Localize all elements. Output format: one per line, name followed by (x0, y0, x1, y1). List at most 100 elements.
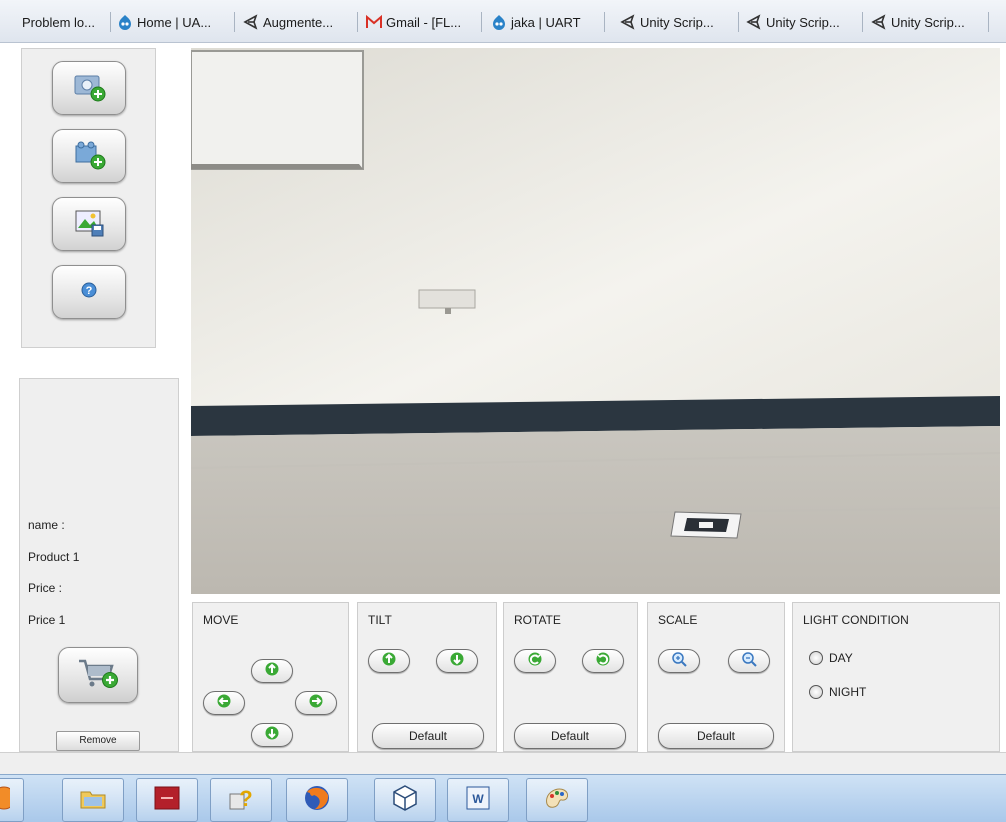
tab-separator (738, 12, 739, 32)
arrow-down-icon (265, 726, 279, 745)
document-icon (2, 14, 18, 30)
day-radio[interactable]: DAY (809, 651, 853, 665)
light-condition-title: LIGHT CONDITION (803, 613, 909, 627)
tab-unity-script-2[interactable]: Unity Scrip... (746, 8, 840, 36)
price-label: Price : (28, 581, 63, 595)
gmail-icon (366, 14, 382, 30)
taskbar: ? W (0, 774, 1006, 822)
name-label: name : (28, 518, 65, 532)
svg-text:W: W (472, 792, 484, 806)
tab-augmented[interactable]: Augmente... (243, 8, 333, 36)
unity-icon (746, 14, 762, 30)
help-question-icon: ? (226, 784, 256, 817)
tilt-title: TILT (368, 613, 392, 627)
radio-circle[interactable] (809, 651, 823, 665)
light-condition-panel: LIGHT CONDITION DAY NIGHT (792, 602, 1000, 752)
scale-panel: SCALE Default (647, 602, 785, 752)
radio-circle[interactable] (809, 685, 823, 699)
zoom-in-button[interactable] (658, 649, 700, 673)
move-right-button[interactable] (295, 691, 337, 715)
add-photo-icon (71, 70, 107, 107)
move-title: MOVE (203, 613, 239, 627)
taskbar-red-app[interactable] (136, 778, 198, 822)
move-down-button[interactable] (251, 723, 293, 747)
tab-label: jaka | UART (511, 14, 581, 30)
tab-label: Problem lo... (22, 14, 95, 30)
arrow-left-icon (217, 694, 231, 713)
tilt-panel: TILT Default (357, 602, 497, 752)
taskbar-help-app[interactable]: ? (210, 778, 272, 822)
tab-unity-script-1[interactable]: Unity Scrip... (620, 8, 714, 36)
tab-problem[interactable]: Problem lo... (2, 8, 95, 36)
night-radio[interactable]: NIGHT (809, 685, 866, 699)
paint-icon (542, 784, 572, 817)
save-image-button[interactable] (52, 197, 126, 251)
tab-separator (357, 12, 358, 32)
arrow-right-icon (309, 694, 323, 713)
tab-label: Unity Scrip... (766, 14, 840, 30)
start-orb-icon (0, 785, 16, 816)
taskbar-word[interactable]: W (447, 778, 509, 822)
tilt-default-button[interactable]: Default (372, 723, 484, 749)
tab-separator (481, 12, 482, 32)
rotate-ccw-icon (596, 652, 610, 671)
rotate-counterclockwise-button[interactable] (582, 649, 624, 673)
rotate-clockwise-button[interactable] (514, 649, 556, 673)
move-panel: MOVE (192, 602, 349, 752)
day-label: DAY (829, 651, 853, 665)
tilt-up-button[interactable] (368, 649, 410, 673)
add-to-cart-icon (76, 655, 120, 696)
add-photo-button[interactable] (52, 61, 126, 115)
app-red-icon (152, 784, 182, 817)
unity-icon (243, 14, 259, 30)
svg-text:?: ? (239, 786, 252, 811)
camera-scene-image (191, 48, 1000, 594)
tab-separator (988, 12, 989, 32)
zoom-out-button[interactable] (728, 649, 770, 673)
tab-label: Augmente... (263, 14, 334, 30)
zoom-out-icon (741, 651, 757, 672)
night-label: NIGHT (829, 685, 867, 699)
help-button[interactable]: ? (52, 265, 126, 319)
taskbar-firefox[interactable] (286, 778, 348, 822)
start-button[interactable] (0, 778, 24, 822)
file-explorer-icon (78, 784, 108, 817)
rotate-cw-icon (528, 652, 542, 671)
browser-tab-strip: Problem lo... Home | UA... Augmente... G… (0, 0, 1006, 43)
taskbar-paint[interactable] (526, 778, 588, 822)
drupal-icon (117, 14, 133, 30)
svg-text:?: ? (86, 285, 93, 297)
arrow-up-icon (265, 662, 279, 681)
taskbar-unity[interactable] (374, 778, 436, 822)
ar-camera-view[interactable] (191, 48, 1000, 594)
drupal-icon (491, 14, 507, 30)
unity-icon (620, 14, 636, 30)
taskbar-file-explorer[interactable] (62, 778, 124, 822)
tab-jaka-uart[interactable]: jaka | UART (491, 8, 581, 36)
move-up-button[interactable] (251, 659, 293, 683)
save-image-icon (71, 206, 107, 243)
product-info-panel: name : Product 1 Price : Price 1 Remove (19, 378, 179, 752)
tab-unity-script-3[interactable]: Unity Scrip... (871, 8, 965, 36)
tab-separator (110, 12, 111, 32)
word-icon: W (463, 784, 493, 817)
add-to-cart-button[interactable] (58, 647, 138, 703)
tilt-down-button[interactable] (436, 649, 478, 673)
tab-label: Home | UA... (137, 14, 212, 30)
rotate-default-button[interactable]: Default (514, 723, 626, 749)
tab-gmail[interactable]: Gmail - [FL... (366, 8, 461, 36)
product-price: Price 1 (28, 613, 66, 627)
add-object-button[interactable] (52, 129, 126, 183)
unity-cube-icon (390, 783, 420, 818)
tab-home[interactable]: Home | UA... (117, 8, 211, 36)
remove-button[interactable]: Remove (56, 731, 140, 751)
arrow-up-icon (382, 652, 396, 671)
firefox-icon (302, 783, 332, 818)
tab-separator (604, 12, 605, 32)
scale-default-button[interactable]: Default (658, 723, 774, 749)
move-left-button[interactable] (203, 691, 245, 715)
help-icon: ? (79, 280, 99, 305)
status-strip (0, 752, 1006, 775)
tab-label: Gmail - [FL... (386, 14, 462, 30)
scale-title: SCALE (658, 613, 698, 627)
